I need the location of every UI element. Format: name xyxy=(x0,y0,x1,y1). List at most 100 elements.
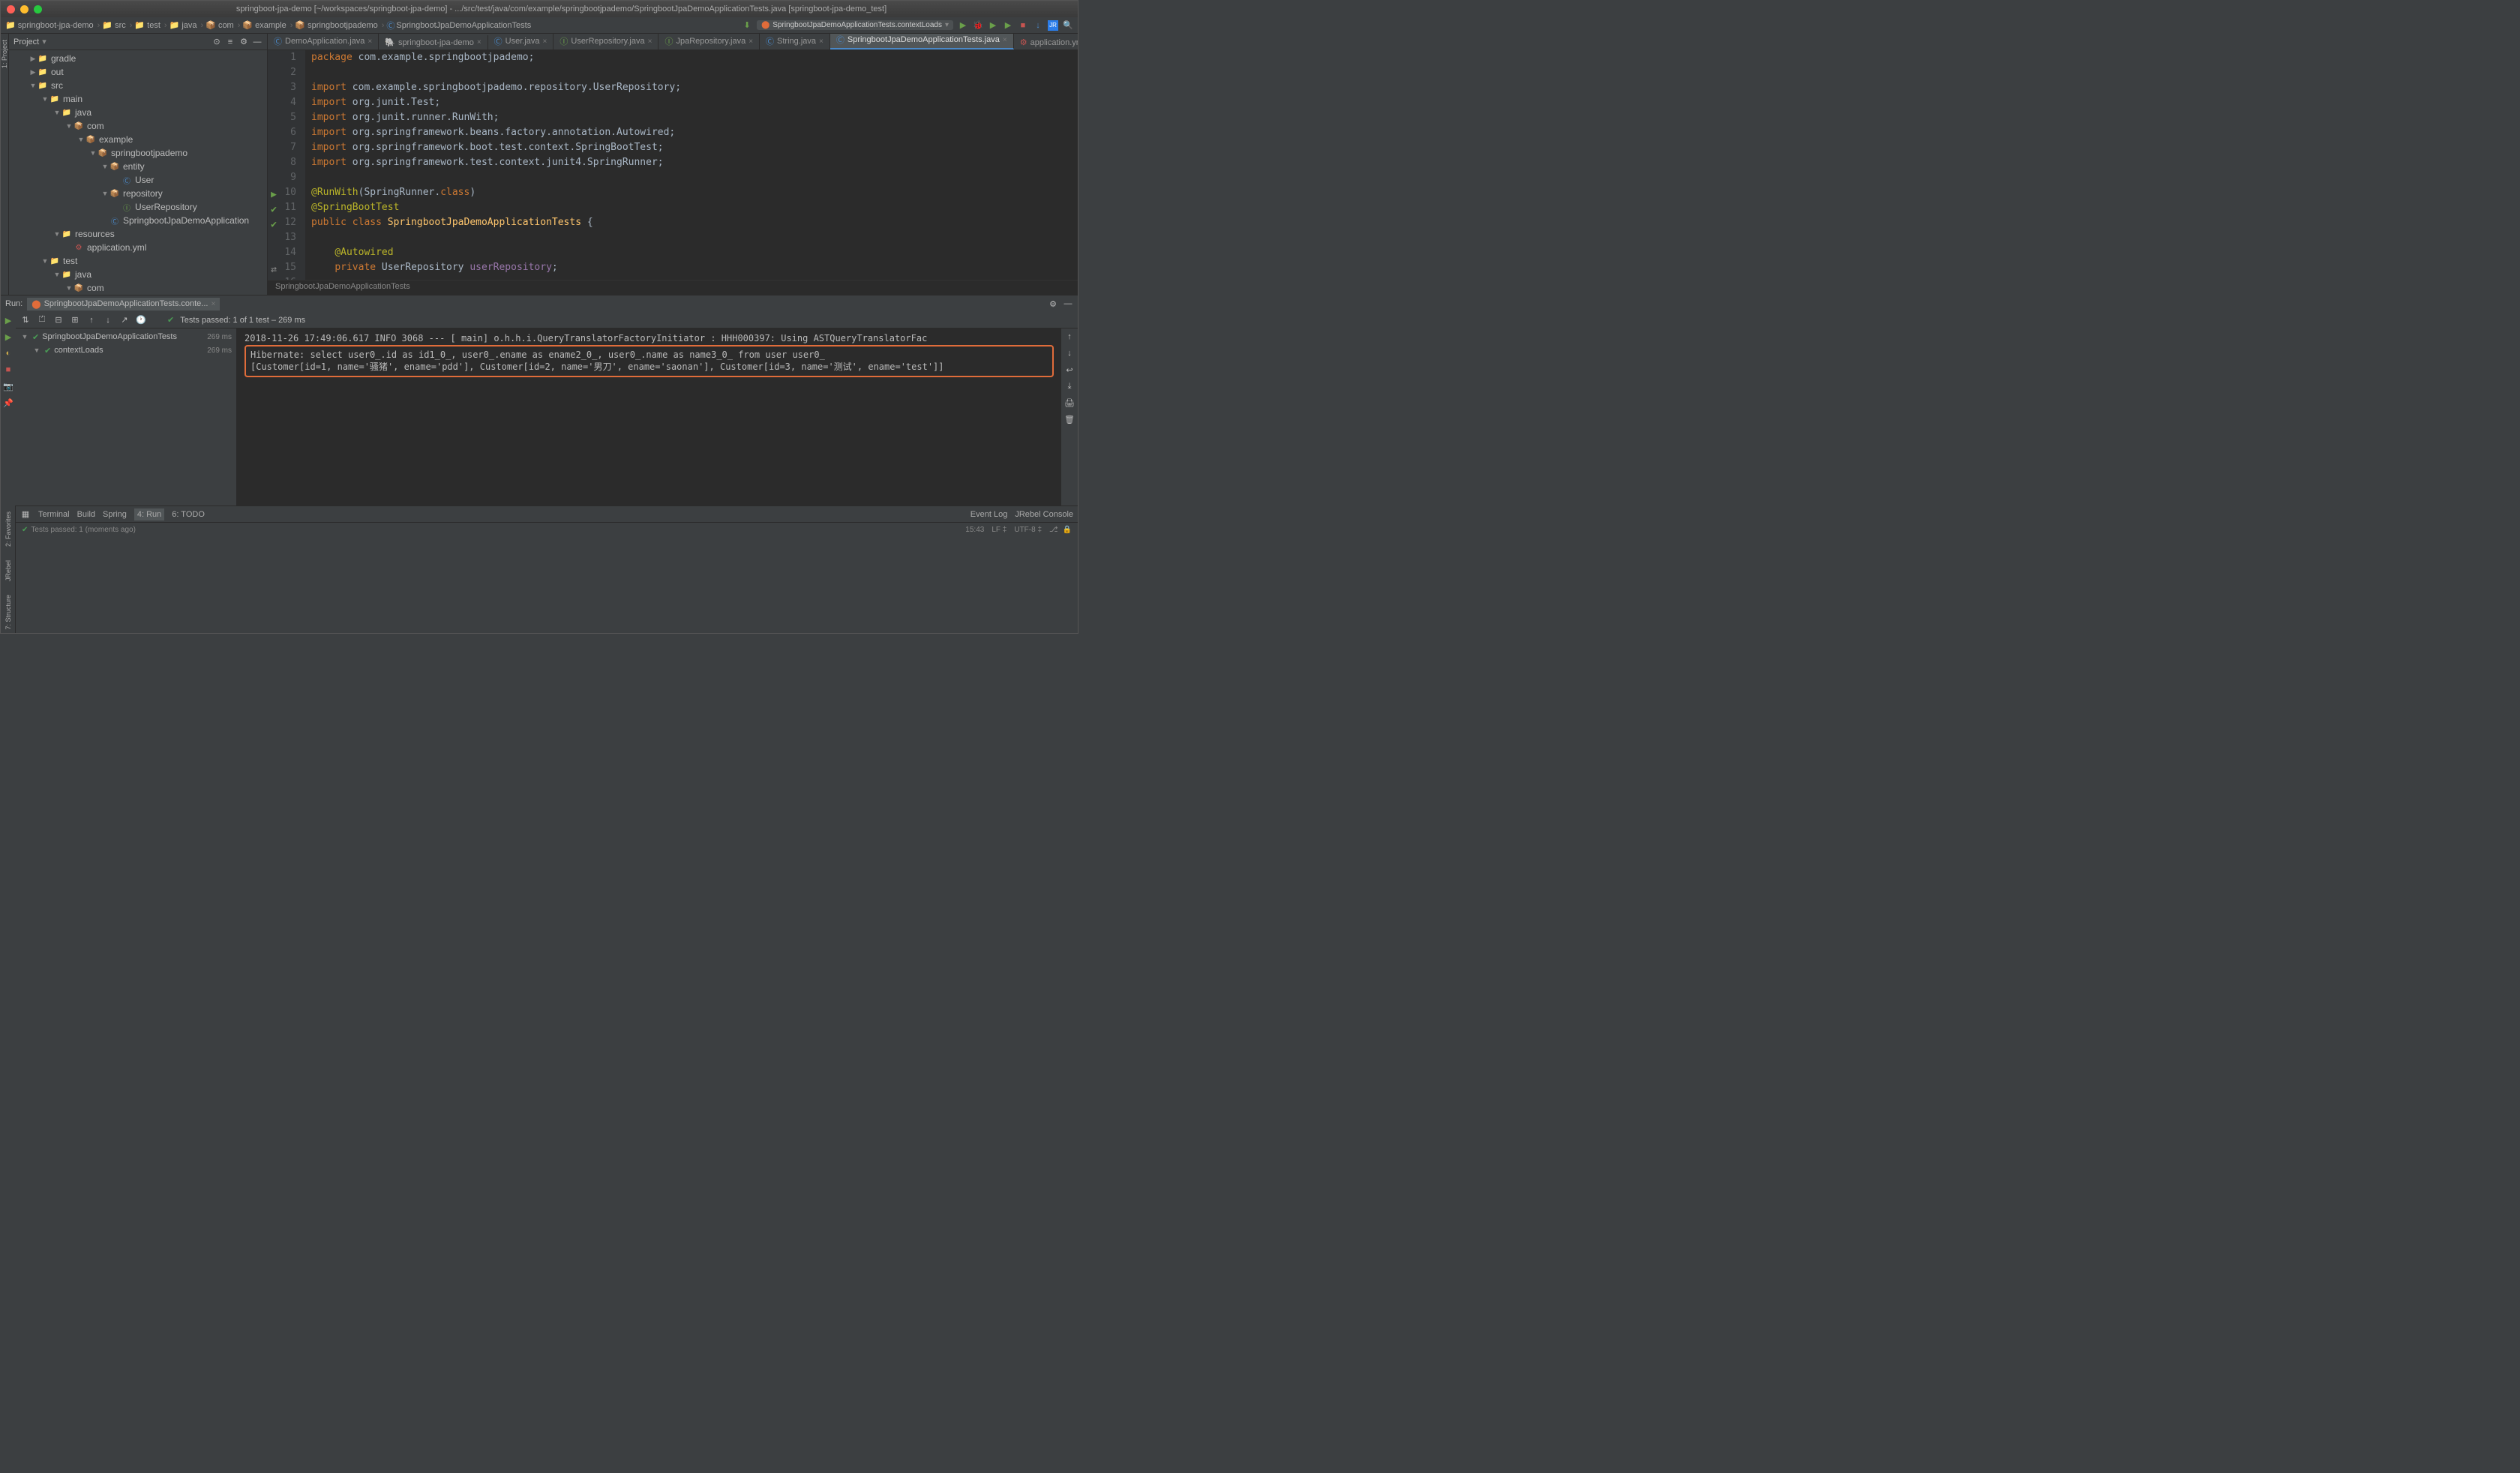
tree-node[interactable]: ▼📦com xyxy=(9,119,267,133)
spring-button[interactable]: Spring xyxy=(103,510,127,519)
stop-run-icon[interactable]: ■ xyxy=(3,364,14,375)
console-output[interactable]: 2018-11-26 17:49:06.617 INFO 3068 --- [ … xyxy=(237,328,1061,506)
collapse-icon[interactable]: ⊞ xyxy=(70,315,80,326)
tree-node[interactable]: ▼📦example xyxy=(9,133,267,146)
breadcrumb-item[interactable]: Ⓒ SpringbootJpaDemoApplicationTests xyxy=(386,20,535,32)
project-tree[interactable]: ▶📁gradle▶📁out▼📁src▼📁main▼📁java▼📦com▼📦exa… xyxy=(9,50,267,295)
menu-icon[interactable]: ▦ xyxy=(20,509,31,520)
line-gutter[interactable]: 123456789▶10✔11✔121314⇄151617✔1819202122… xyxy=(268,50,305,280)
git-branch-icon[interactable]: ⎇ xyxy=(1049,526,1058,534)
pin-icon[interactable]: 📌 xyxy=(3,398,14,408)
close-tab-icon[interactable]: × xyxy=(1003,36,1007,44)
rerun-icon[interactable]: ▶ xyxy=(3,315,14,326)
favorites-tool-button[interactable]: 2: Favorites xyxy=(4,508,12,550)
close-tab-icon[interactable]: × xyxy=(543,38,548,46)
collapse-all-icon[interactable]: ≡ xyxy=(225,37,236,47)
breadcrumb-item[interactable]: 📦 com xyxy=(206,20,240,30)
editor-tab[interactable]: ⚙ application.yml × xyxy=(1014,35,1078,50)
dump-icon[interactable]: 📷 xyxy=(3,381,14,392)
tree-node[interactable]: ⒾUserRepository xyxy=(9,200,267,214)
history-icon[interactable]: 🕐 xyxy=(136,315,146,326)
close-tab-icon[interactable]: × xyxy=(477,38,482,46)
test-tree[interactable]: ▼✔ SpringbootJpaDemoApplicationTests269 … xyxy=(16,328,237,506)
close-tab-icon[interactable]: × xyxy=(648,38,652,46)
sort-icon[interactable]: ⇅ xyxy=(20,315,31,326)
tree-node[interactable]: ▼📦com xyxy=(9,281,267,295)
file-encoding[interactable]: UTF-8 ‡ xyxy=(1014,526,1042,534)
tree-node[interactable]: ▼📁java xyxy=(9,268,267,281)
debug-icon[interactable]: 🐞 xyxy=(973,20,983,31)
rerun-failed-icon[interactable]: ▶ xyxy=(3,332,14,342)
close-tab-icon[interactable]: × xyxy=(819,38,824,46)
run-button[interactable]: 4: Run xyxy=(134,508,164,520)
tree-node[interactable]: ▼📁resources xyxy=(9,227,267,241)
run-configuration-selector[interactable]: ⬤ SpringbootJpaDemoApplicationTests.cont… xyxy=(757,20,953,30)
run-hide-icon[interactable]: — xyxy=(1063,298,1073,309)
editor-tab[interactable]: Ⓒ User.java × xyxy=(488,34,554,50)
breadcrumb-item[interactable]: 📦 springbootjpademo xyxy=(295,20,384,30)
close-window-button[interactable] xyxy=(7,5,15,14)
jrebel-icon[interactable]: JR xyxy=(1048,20,1058,31)
clear-icon[interactable]: 🗑 xyxy=(1064,414,1075,424)
test-node[interactable]: ▼✔ SpringbootJpaDemoApplicationTests269 … xyxy=(16,330,236,344)
tree-node[interactable]: ▼📦entity xyxy=(9,160,267,173)
close-tab-icon[interactable]: × xyxy=(748,38,753,46)
vcs-update-icon[interactable]: ↓ xyxy=(1033,20,1043,31)
tree-node[interactable]: ▶📁out xyxy=(9,65,267,79)
editor-tab[interactable]: 🐘 springboot-jpa-demo × xyxy=(379,35,488,50)
breadcrumb-item[interactable]: 📁 test xyxy=(134,20,166,30)
code-editor[interactable]: 123456789▶10✔11✔121314⇄151617✔1819202122… xyxy=(268,50,1078,280)
line-separator[interactable]: LF ‡ xyxy=(992,526,1006,534)
breadcrumb-item[interactable]: 📁 springboot-jpa-demo xyxy=(5,20,100,30)
test-node[interactable]: ▼✔ contextLoads269 ms xyxy=(16,344,236,357)
editor-tabs[interactable]: Ⓒ DemoApplication.java ×🐘 springboot-jpa… xyxy=(268,34,1078,50)
cursor-position[interactable]: 15:43 xyxy=(965,526,984,534)
coverage-icon[interactable]: ▶ xyxy=(988,20,998,31)
run-tab[interactable]: ⬤ SpringbootJpaDemoApplicationTests.cont… xyxy=(27,298,220,310)
editor-tab[interactable]: Ⓘ UserRepository.java × xyxy=(554,34,658,50)
tree-node[interactable]: ⒸUser xyxy=(9,173,267,187)
tree-node[interactable]: ⒸSpringbootJpaDemoApplication xyxy=(9,214,267,227)
minimize-window-button[interactable] xyxy=(20,5,28,14)
jrebel-tool-button[interactable]: JRebel xyxy=(4,557,12,584)
tree-node[interactable]: ▼📁java xyxy=(9,106,267,119)
maximize-window-button[interactable] xyxy=(34,5,42,14)
gear-icon[interactable]: ⚙ xyxy=(238,37,249,47)
search-icon[interactable]: 🔍 xyxy=(1063,20,1073,31)
close-run-tab-icon[interactable]: × xyxy=(211,300,215,308)
scroll-end-icon[interactable]: ⤓ xyxy=(1064,381,1075,392)
tree-node[interactable]: ▶📁gradle xyxy=(9,52,267,65)
breadcrumbs[interactable]: 📁 springboot-jpa-demo📁 src📁 test📁 java📦 … xyxy=(5,20,535,32)
print-icon[interactable]: 🖨 xyxy=(1064,398,1075,408)
tree-node[interactable]: ▼📁src xyxy=(9,79,267,92)
event-log-button[interactable]: Event Log xyxy=(970,510,1008,519)
scroll-to-source-icon[interactable]: ⊙ xyxy=(212,37,222,47)
breadcrumb-item[interactable]: 📁 java xyxy=(170,20,204,30)
next-icon[interactable]: ↓ xyxy=(103,315,113,326)
jrebel-console-button[interactable]: JRebel Console xyxy=(1015,510,1073,519)
structure-tool-button[interactable]: 7: Structure xyxy=(4,592,12,633)
hide-icon[interactable]: — xyxy=(252,37,262,47)
down-icon[interactable]: ↓ xyxy=(1064,348,1075,358)
toggle-auto-icon[interactable]: ◐ xyxy=(3,348,14,358)
tree-node[interactable]: ⚙application.yml xyxy=(9,241,267,254)
tree-node[interactable]: ▼📁test xyxy=(9,254,267,268)
editor-tab[interactable]: Ⓒ SpringbootJpaDemoApplicationTests.java… xyxy=(830,34,1014,50)
export-icon[interactable]: ↗ xyxy=(119,315,130,326)
editor-tab[interactable]: Ⓘ JpaRepository.java × xyxy=(658,34,760,50)
run-icon[interactable]: ▶ xyxy=(958,20,968,31)
expand-icon[interactable]: ⊟ xyxy=(53,315,64,326)
wrap-icon[interactable]: ↩ xyxy=(1064,364,1075,375)
terminal-button[interactable]: Terminal xyxy=(38,510,70,519)
todo-button[interactable]: 6: TODO xyxy=(172,510,205,519)
profile-icon[interactable]: ▶ xyxy=(1003,20,1013,31)
run-gear-icon[interactable]: ⚙ xyxy=(1048,298,1058,309)
editor-tab[interactable]: Ⓒ DemoApplication.java × xyxy=(268,34,379,50)
breadcrumb-item[interactable]: 📦 example xyxy=(242,20,292,30)
build-icon[interactable]: ⬇ xyxy=(742,20,752,31)
up-icon[interactable]: ↑ xyxy=(1064,332,1075,342)
filter-icon[interactable]: ⏍ xyxy=(37,315,47,326)
tree-node[interactable]: ▼📁main xyxy=(9,92,267,106)
code-text[interactable]: package com.example.springbootjpademo;im… xyxy=(305,50,1078,280)
tree-node[interactable]: ▼📦springbootjpademo xyxy=(9,146,267,160)
